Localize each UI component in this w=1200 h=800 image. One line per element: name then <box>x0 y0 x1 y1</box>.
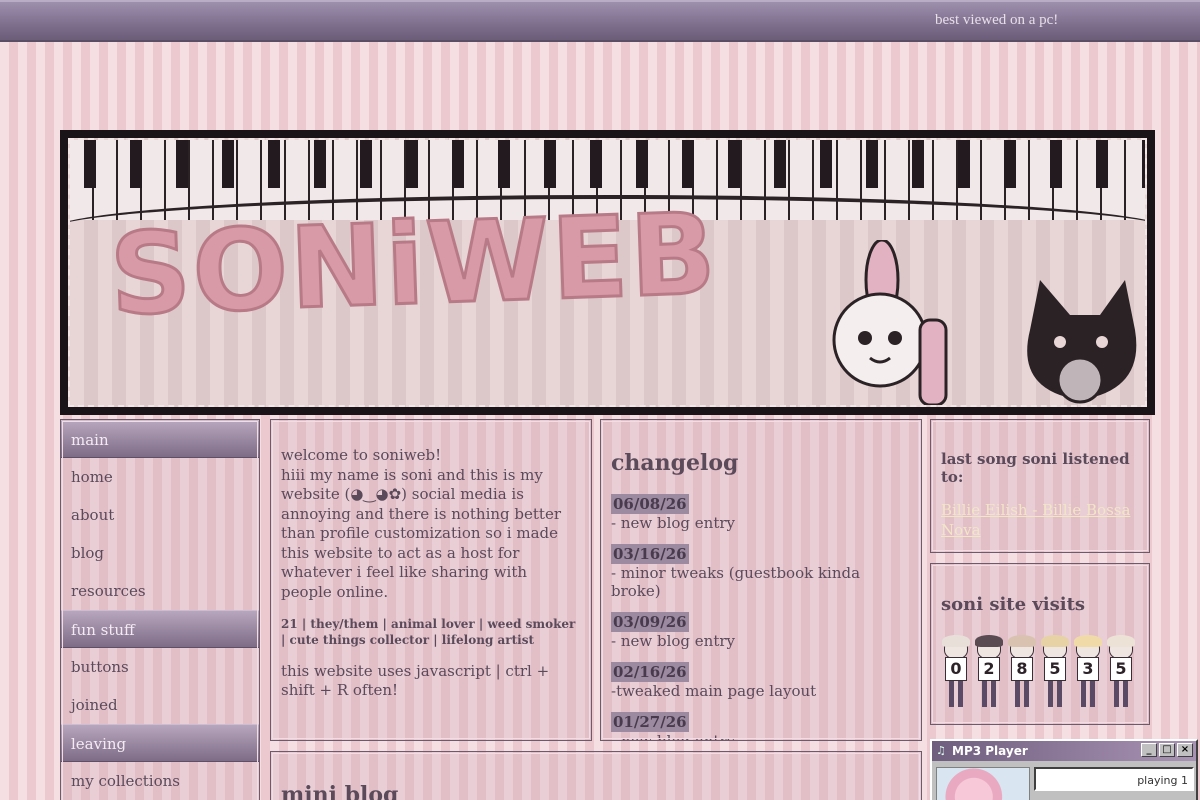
counter-digit: 8 <box>1007 635 1036 709</box>
top-bar: best viewed on a pc! <box>0 0 1200 42</box>
changelog-entry: 03/09/26 - new blog entry <box>611 612 911 650</box>
counter-digit-card: 5 <box>1044 657 1066 681</box>
counter-digit-card: 2 <box>978 657 1000 681</box>
counter-digit-card: 0 <box>945 657 967 681</box>
entry-date: 03/09/26 <box>611 612 689 632</box>
counter-digit-card: 3 <box>1077 657 1099 681</box>
visit-counter-heading: soni site visits <box>941 594 1086 615</box>
last-song-link[interactable]: Billie Eilish - Billie Bossa Nova <box>941 500 1139 541</box>
black-cat-icon <box>1027 280 1137 404</box>
counter-character-legs <box>982 681 996 707</box>
last-song-heading: last song soni listened to: <box>941 450 1130 486</box>
mp3-player-titlebar[interactable]: ♫ MP3 Player _ □ × <box>932 741 1196 761</box>
changelog-entry: 06/08/26 - new blog entry <box>611 494 911 532</box>
last-song-panel: last song soni listened to: Billie Eilis… <box>930 419 1150 553</box>
nav-heading-leaving: leaving <box>61 724 259 762</box>
bunny-mascot-icon <box>832 240 948 405</box>
welcome-panel: welcome to soniweb! hiii my name is soni… <box>270 419 592 741</box>
counter-digit: 0 <box>941 635 970 709</box>
changelog-entry: 02/16/26 -tweaked main page layout <box>611 662 911 700</box>
nav-link-home[interactable]: home <box>61 458 259 496</box>
nav-link-resources[interactable]: resources <box>61 572 259 610</box>
counter-character-legs <box>1081 681 1095 707</box>
counter-character-legs <box>1015 681 1029 707</box>
visit-counter-panel: soni site visits 028535 <box>930 563 1150 725</box>
counter-digit: 5 <box>1106 635 1135 709</box>
mini-blog-panel: mini blog <box>270 751 922 800</box>
nav-link-blog[interactable]: blog <box>61 534 259 572</box>
counter-character-hair <box>1008 635 1036 647</box>
entry-date: 03/16/26 <box>611 544 689 564</box>
javascript-note: this website uses javascript | ctrl + sh… <box>281 662 550 700</box>
bio-line: 21 | they/them | animal lover | weed smo… <box>281 617 576 648</box>
changelog-entry: 01/27/26 - new blog entry <box>611 712 911 741</box>
counter-character-hair <box>1107 635 1135 647</box>
mp3-player-title: MP3 Player <box>952 744 1028 758</box>
nav-heading-main: main <box>61 420 259 458</box>
counter-character-hair <box>1041 635 1069 647</box>
entry-text: - new blog entry <box>611 632 735 650</box>
counter-character-legs <box>1048 681 1062 707</box>
changelog-title: changelog <box>611 450 739 476</box>
minimize-button[interactable]: _ <box>1141 743 1157 757</box>
nav-link-buttons[interactable]: buttons <box>61 648 259 686</box>
nav-link-my-collections[interactable]: my collections <box>61 762 259 800</box>
nav-heading-fun-stuff: fun stuff <box>61 610 259 648</box>
counter-digit: 5 <box>1040 635 1069 709</box>
changelog-panel[interactable]: changelog 06/08/26 - new blog entry 03/1… <box>600 419 922 741</box>
counter-digit-card: 8 <box>1011 657 1033 681</box>
sidebar-nav: main home about blog resources fun stuff… <box>60 419 260 800</box>
entry-date: 02/16/26 <box>611 662 689 682</box>
visit-counter: 028535 <box>941 635 1139 709</box>
counter-digit: 2 <box>974 635 1003 709</box>
counter-digit: 3 <box>1073 635 1102 709</box>
entry-date: 06/08/26 <box>611 494 689 514</box>
album-art <box>936 767 1030 800</box>
entry-date: 01/27/26 <box>611 712 689 732</box>
counter-digit-card: 5 <box>1110 657 1132 681</box>
changelog-entry: 03/16/26 - minor tweaks (guestbook kinda… <box>611 544 911 600</box>
mp3-player-display: playing 1 <box>1034 767 1194 791</box>
counter-character-hair <box>942 635 970 647</box>
welcome-body: hiii my name is soni and this is my webs… <box>281 465 562 601</box>
counter-character-legs <box>1114 681 1128 707</box>
site-logo: SONiWEB <box>106 188 721 342</box>
entry-text: -tweaked main page layout <box>611 682 817 700</box>
music-note-icon: ♫ <box>936 744 946 757</box>
mp3-player-window[interactable]: ♫ MP3 Player _ □ × playing 1 <box>930 739 1198 800</box>
banner-art: SONiWEB <box>68 138 1147 407</box>
close-button[interactable]: × <box>1177 743 1193 757</box>
mini-blog-title: mini blog <box>281 782 399 800</box>
entry-text: - minor tweaks (guestbook kinda broke) <box>611 564 861 600</box>
piano-black-keys-decoration <box>70 140 1145 188</box>
nav-link-about[interactable]: about <box>61 496 259 534</box>
welcome-greeting: welcome to soniweb! <box>281 446 442 464</box>
site-banner: SONiWEB <box>60 130 1155 415</box>
maximize-button[interactable]: □ <box>1159 743 1175 757</box>
counter-character-hair <box>975 635 1003 647</box>
tagline: best viewed on a pc! <box>935 12 1059 28</box>
entry-text: - new blog entry <box>611 514 735 532</box>
counter-character-hair <box>1074 635 1102 647</box>
nav-link-joined[interactable]: joined <box>61 686 259 724</box>
counter-character-legs <box>949 681 963 707</box>
entry-text: - new blog entry <box>611 732 735 741</box>
